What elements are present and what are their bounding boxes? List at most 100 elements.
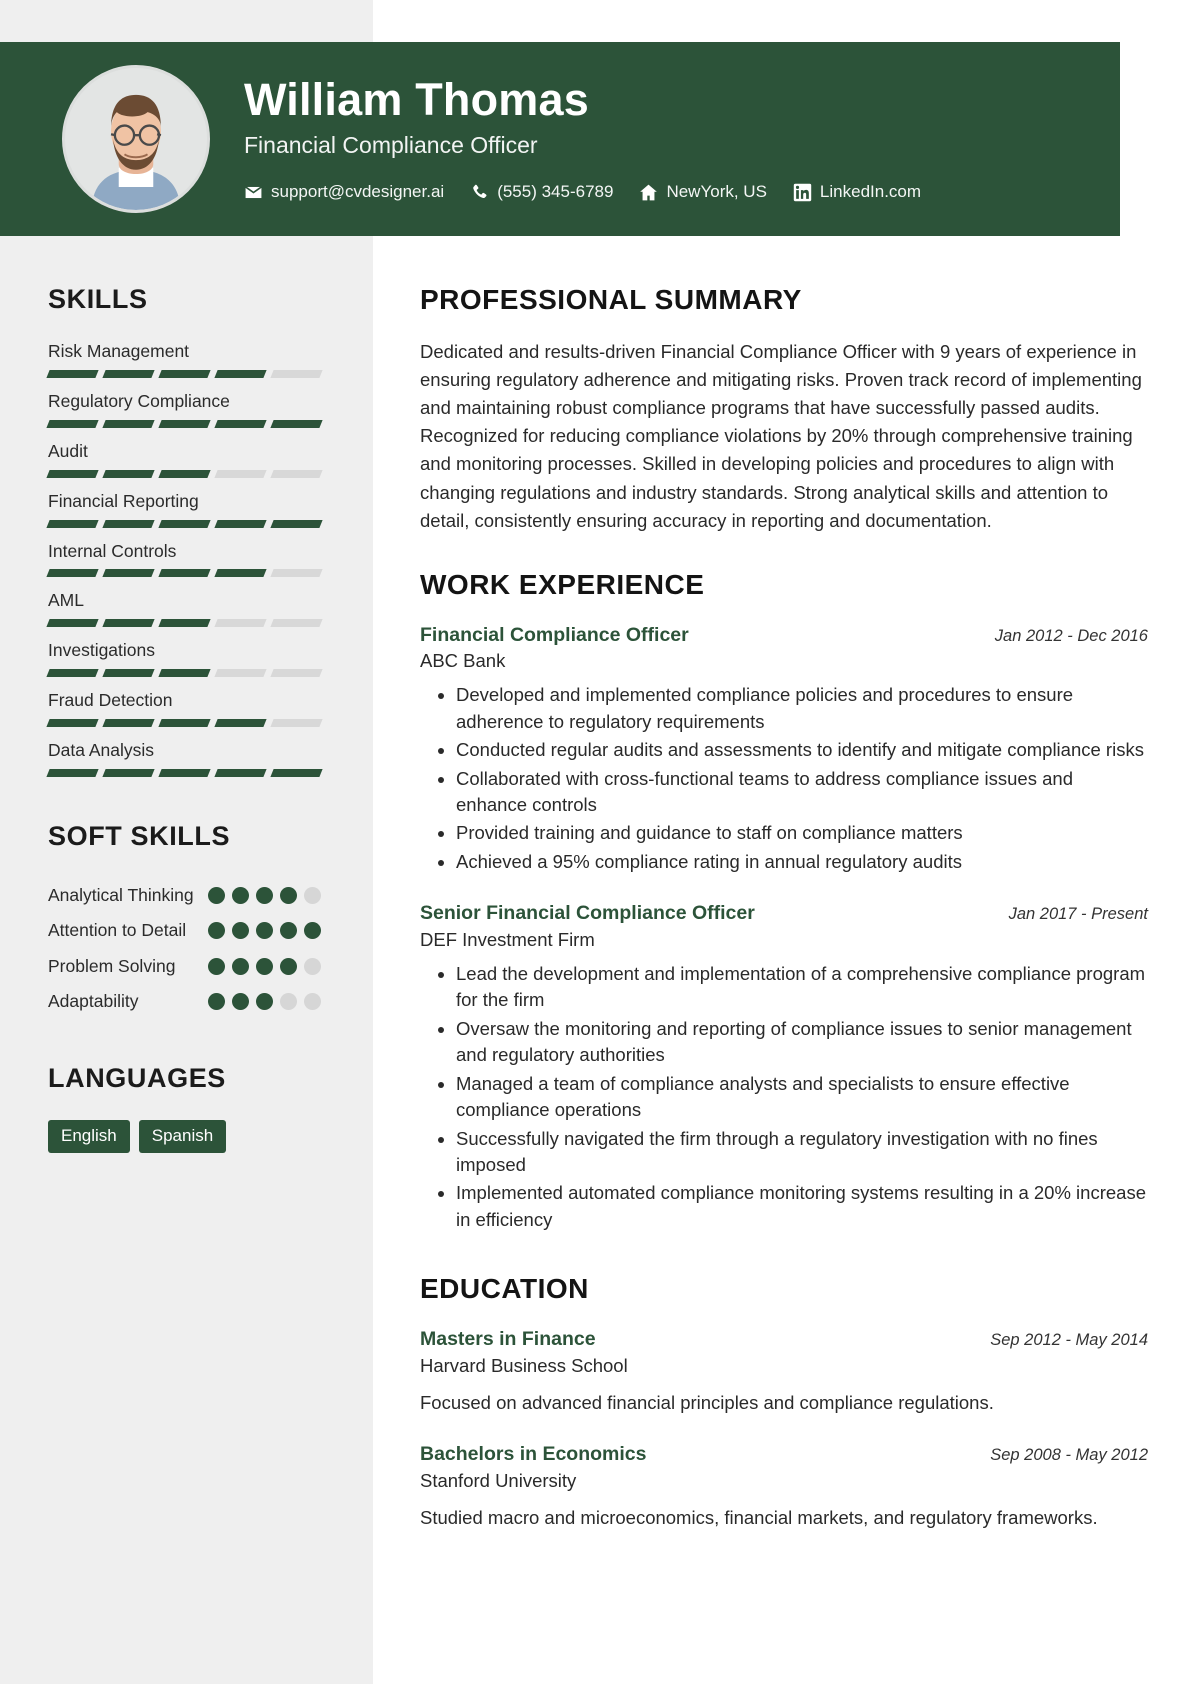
experience-organization: DEF Investment Firm	[420, 928, 595, 950]
skill-bar	[46, 469, 323, 478]
skill-item: Data Analysis	[46, 740, 323, 777]
skill-name: Investigations	[48, 640, 156, 661]
rating-dot	[280, 922, 297, 940]
experience-bullet: Developed and implemented compliance pol…	[456, 682, 1148, 735]
skill-bar-segment	[270, 469, 323, 478]
skill-bar-segment	[158, 619, 211, 628]
experience-bullet-list: Developed and implemented compliance pol…	[420, 682, 1148, 875]
rating-dot	[280, 886, 297, 904]
skill-item: Risk Management	[46, 341, 323, 378]
soft-skill-item: Analytical Thinking	[48, 878, 321, 913]
skill-item: Fraud Detection	[46, 690, 323, 727]
resume-header: William Thomas Financial Compliance Offi…	[0, 42, 1120, 236]
education-date-range: Sep 2008 - May 2012	[990, 1446, 1148, 1465]
education-description: Focused on advanced financial principles…	[420, 1391, 994, 1413]
contact-phone-text: (555) 345-6789	[497, 182, 614, 202]
top-strip-right	[373, 0, 1120, 42]
soft-skills-list: Analytical Thinking Attention to Detail Pr…	[0, 878, 373, 1020]
education-section: EDUCATION Masters in Finance Sep 2012 - M…	[420, 1273, 1148, 1531]
rating-dot	[208, 993, 225, 1010]
skills-list: Risk Management Regulatory Compliance Audi…	[0, 341, 373, 777]
skill-bar	[46, 669, 323, 678]
languages-list: English Spanish	[48, 1120, 321, 1153]
experience-bullet: Implemented automated compliance monitor…	[456, 1180, 1148, 1233]
rating-dot	[232, 886, 249, 904]
skill-bar-segment	[46, 419, 99, 428]
education-heading: EDUCATION	[420, 1273, 589, 1305]
resume-page: William Thomas Financial Compliance Offi…	[0, 0, 1200, 1684]
candidate-name: William Thomas	[244, 73, 589, 125]
summary-section: PROFESSIONAL SUMMARY Dedicated and resul…	[420, 284, 1148, 535]
experience-bullet: Provided training and guidance to staff …	[456, 820, 1148, 846]
education-description: Studied macro and microeconomics, financ…	[420, 1506, 1098, 1528]
rating-dot	[256, 922, 273, 940]
education-entry: Masters in Finance Sep 2012 - May 2014 Har…	[420, 1327, 1148, 1416]
rating-dot	[280, 957, 297, 975]
soft-skill-item: Adaptability	[48, 984, 321, 1019]
soft-skill-name: Analytical Thinking	[48, 884, 194, 905]
experience-entry: Senior Financial Compliance Officer Jan 2…	[420, 901, 1148, 1233]
rating-dot	[304, 886, 321, 904]
skill-bar-segment	[46, 768, 99, 777]
experience-bullet: Achieved a 95% compliance rating in annu…	[456, 849, 1148, 875]
soft-skill-item: Problem Solving	[48, 949, 321, 984]
soft-skill-name: Attention to Detail	[48, 920, 187, 941]
contact-phone[interactable]: (555) 345-6789	[470, 182, 613, 202]
skill-name: Financial Reporting	[48, 490, 199, 511]
education-entry-header: Masters in Finance Sep 2012 - May 2014	[420, 1327, 1148, 1351]
skill-bar-segment	[214, 719, 267, 727]
rating-dot	[232, 922, 249, 940]
skill-bar-segment	[270, 519, 323, 528]
rating-dot	[208, 886, 225, 904]
skill-bar-segment	[158, 768, 211, 777]
experience-bullet-list: Lead the development and implementation …	[420, 961, 1148, 1234]
soft-skill-item: Attention to Detail	[48, 913, 321, 948]
language-badge: English	[48, 1120, 130, 1153]
education-school: Stanford University	[420, 1469, 577, 1491]
skill-item: Investigations	[46, 640, 323, 678]
summary-heading: PROFESSIONAL SUMMARY	[420, 284, 802, 315]
skill-bar-segment	[214, 419, 267, 428]
experience-heading: WORK EXPERIENCE	[420, 568, 705, 600]
skill-bar-segment	[102, 719, 155, 727]
skill-bar-segment	[158, 669, 211, 678]
header-text-block: William Thomas Financial Compliance Offi…	[244, 76, 921, 202]
skill-bar-segment	[102, 519, 155, 528]
experience-list: Financial Compliance Officer Jan 2012 - D…	[420, 623, 1148, 1234]
phone-icon	[470, 183, 489, 202]
rating-dot	[280, 993, 297, 1010]
sidebar: SKILLS Risk Management Regulatory Complia…	[0, 236, 373, 1684]
contact-location[interactable]: NewYork, US	[639, 182, 767, 202]
skill-bar	[46, 519, 323, 528]
skills-heading: SKILLS	[48, 284, 148, 314]
skill-bar-segment	[158, 569, 211, 578]
skill-bar-segment	[46, 369, 99, 378]
skill-item: Audit	[46, 440, 323, 478]
soft-skill-rating	[208, 883, 321, 904]
contact-email[interactable]: support@cvdesigner.ai	[244, 182, 444, 202]
rating-dot	[208, 922, 225, 940]
skill-bar-segment	[214, 768, 267, 777]
skill-name: Data Analysis	[48, 740, 155, 760]
skill-bar-segment	[102, 669, 155, 678]
skill-bar-segment	[270, 569, 323, 578]
soft-skill-rating	[208, 954, 321, 975]
skill-bar-segment	[46, 619, 99, 628]
skill-bar-segment	[214, 619, 267, 628]
skill-name: Audit	[48, 440, 88, 461]
experience-entry-header: Senior Financial Compliance Officer Jan 2…	[420, 901, 1148, 925]
contact-linkedin-text: LinkedIn.com	[819, 182, 922, 202]
rating-dot	[304, 922, 321, 940]
skill-bar-segment	[102, 569, 155, 578]
skills-section: SKILLS Risk Management Regulatory Complia…	[0, 284, 373, 777]
rating-dot	[304, 957, 321, 975]
skill-bar-segment	[270, 719, 323, 727]
experience-entry-header: Financial Compliance Officer Jan 2012 - D…	[420, 623, 1148, 647]
contact-linkedin[interactable]: LinkedIn.com	[793, 182, 921, 202]
skill-name: Risk Management	[48, 341, 190, 361]
experience-section: WORK EXPERIENCE Financial Compliance Off…	[420, 569, 1148, 1234]
rating-dot	[256, 957, 273, 975]
skill-bar-segment	[214, 569, 267, 578]
soft-skills-section: SOFT SKILLS Analytical Thinking Attention…	[0, 821, 373, 1020]
skill-bar-segment	[158, 469, 211, 478]
